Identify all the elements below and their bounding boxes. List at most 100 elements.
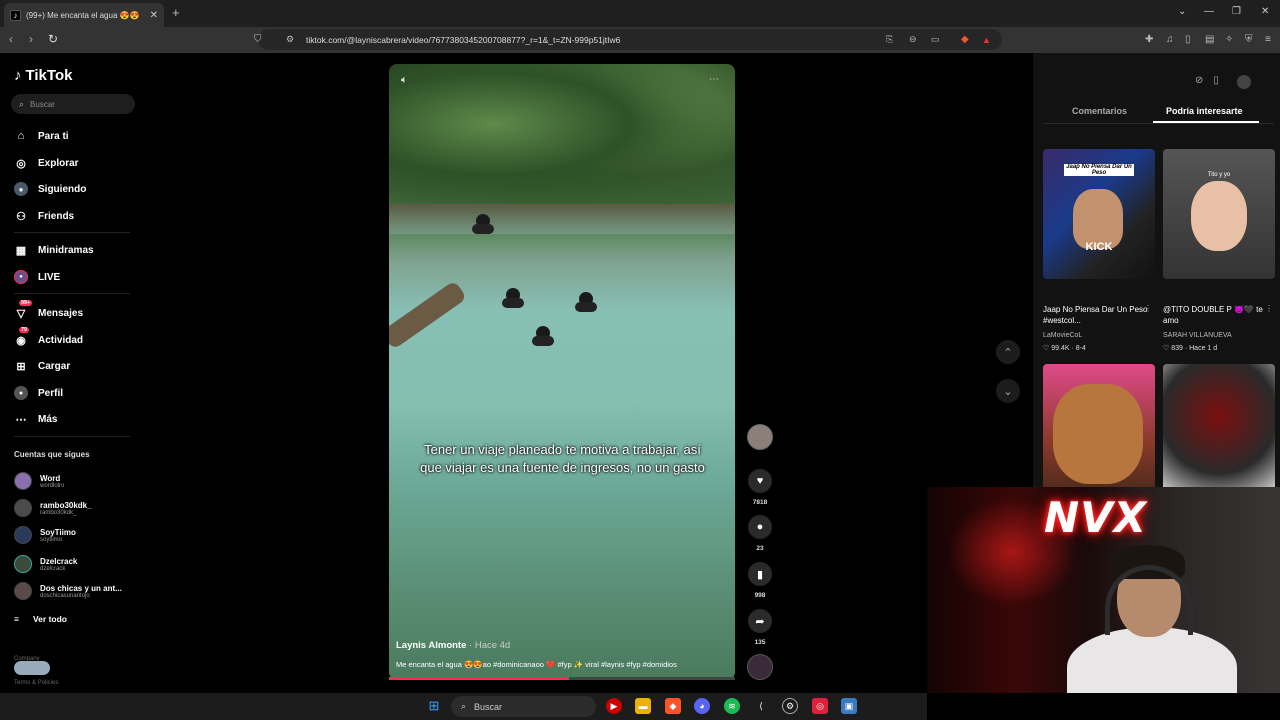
- video-author[interactable]: Laynis Almonte · Hace 4d: [396, 640, 510, 651]
- cast-icon[interactable]: ▭: [931, 34, 940, 45]
- tab-close-icon[interactable]: ✕: [150, 10, 158, 21]
- tab-list-chevron-icon[interactable]: ⌄: [1178, 6, 1186, 17]
- capcut-icon[interactable]: ⟨: [753, 698, 769, 714]
- search-placeholder: Buscar: [30, 99, 55, 109]
- sidebar-toggle-icon[interactable]: ▯: [1185, 34, 1191, 45]
- video-more-icon[interactable]: ⋯: [709, 74, 719, 85]
- address-bar[interactable]: ⛉ ⚙ tiktok.com/@layniscabrera/video/7677…: [254, 29, 1002, 50]
- brave-icon[interactable]: ◆: [665, 698, 681, 714]
- nav-minidramas[interactable]: ▦ Minidramas: [14, 243, 94, 257]
- save-button[interactable]: ▮ 998: [747, 562, 773, 599]
- like-count: 7818: [752, 499, 768, 506]
- nav-perfil[interactable]: ● Perfil: [14, 386, 63, 400]
- user-avatar[interactable]: [1236, 75, 1251, 89]
- taskbar-search[interactable]: ⌕ Buscar: [451, 696, 596, 717]
- suggested-video-thumbnail[interactable]: [1163, 364, 1275, 494]
- nav-mensajes[interactable]: ▽ 99+ Mensajes: [14, 300, 83, 320]
- nav-mas[interactable]: ⋯ Más: [14, 412, 58, 426]
- forward-icon[interactable]: ›: [29, 32, 33, 46]
- video-log: [389, 280, 468, 350]
- url-text[interactable]: tiktok.com/@layniscabrera/video/76773803…: [306, 35, 620, 45]
- tiktok-logo[interactable]: ♪ TikTok: [14, 67, 72, 84]
- menu-icon[interactable]: ≡: [1265, 34, 1271, 45]
- leo-ai-icon[interactable]: ✧: [1225, 34, 1233, 45]
- discord-icon[interactable]: ◕: [694, 698, 710, 714]
- youtube-icon[interactable]: ▶: [606, 698, 622, 714]
- maximize-icon[interactable]: ❐: [1232, 6, 1241, 17]
- followed-account[interactable]: rambo30kdk_ rambo30kdk_: [14, 499, 92, 517]
- nav-label: LIVE: [38, 271, 61, 283]
- windows-start-icon[interactable]: ⊞: [426, 698, 442, 714]
- video-player[interactable]: 🔈︎ ⋯: [389, 64, 735, 680]
- browser-tab[interactable]: ♪ (99+) Me encanta el agua 😍😍 ✕: [4, 3, 164, 27]
- tab-podria-interesarte[interactable]: Podría interesarte: [1166, 106, 1243, 116]
- new-tab-button[interactable]: +: [172, 5, 180, 20]
- followed-account[interactable]: SoyTiimo soytiimo: [14, 526, 76, 544]
- comment-button[interactable]: ● 23: [747, 515, 773, 552]
- nav-label: Actividad: [38, 334, 84, 346]
- nav-friends[interactable]: ⚇ Friends: [14, 209, 74, 223]
- extensions-icon[interactable]: ✚: [1145, 34, 1153, 45]
- comment-count: 23: [756, 545, 764, 552]
- suggested-video-thumbnail[interactable]: Jaap No Piensa Dar Un Peso KICK: [1043, 149, 1155, 279]
- volume-icon[interactable]: 🔈︎: [401, 74, 408, 87]
- like-button[interactable]: ♥ 7818: [747, 469, 773, 506]
- card-title[interactable]: Jaap No Piensa Dar Un Peso #westcol...: [1043, 304, 1149, 326]
- sidebar-divider: [14, 436, 130, 437]
- sidebar-divider: [14, 232, 130, 233]
- previous-video-button[interactable]: ⌃: [996, 340, 1020, 364]
- creator-avatar[interactable]: [747, 424, 773, 450]
- nav-live[interactable]: ● LIVE: [14, 270, 60, 284]
- video-progress-bar[interactable]: [389, 677, 735, 680]
- get-app-pill[interactable]: [14, 661, 50, 675]
- minimize-icon[interactable]: —: [1204, 6, 1214, 17]
- compass-icon[interactable]: ⊘: [1195, 75, 1203, 89]
- media-icon[interactable]: ♫: [1166, 34, 1174, 45]
- progress-fill: [389, 677, 569, 680]
- spotify-icon[interactable]: ≋: [724, 698, 740, 714]
- site-settings-icon[interactable]: ⚙: [286, 34, 294, 45]
- nav-siguiendo[interactable]: ● Siguiendo: [14, 182, 86, 196]
- more-options-icon[interactable]: ⋮: [1144, 304, 1152, 313]
- card-author[interactable]: LaMovieCoL: [1043, 332, 1082, 339]
- wallet-icon[interactable]: ▤: [1205, 34, 1214, 45]
- settings-icon[interactable]: ⚙: [782, 698, 798, 714]
- nav-explorar[interactable]: ◎ Explorar: [14, 156, 78, 170]
- back-icon[interactable]: ‹: [9, 32, 13, 46]
- app-icon[interactable]: ◎: [812, 698, 828, 714]
- rewards-icon[interactable]: ▲: [982, 35, 991, 45]
- author-name[interactable]: Laynis Almonte: [396, 640, 466, 651]
- followed-account[interactable]: Dos chicas y un ant... doschicasunantojo: [14, 582, 122, 600]
- followed-account[interactable]: Dzelcrack dzelcrack: [14, 555, 77, 573]
- suggested-video-thumbnail[interactable]: Tito y yo: [1163, 149, 1275, 279]
- nav-actividad[interactable]: ◉ 79 Actividad: [14, 327, 84, 347]
- brave-shield-icon[interactable]: ◆: [961, 34, 969, 45]
- see-all-button[interactable]: ≡ Ver todo: [14, 614, 67, 624]
- followed-account[interactable]: Word wordlolro: [14, 472, 64, 490]
- file-explorer-icon[interactable]: ▬: [635, 698, 651, 714]
- nav-cargar[interactable]: ⊞ Cargar: [14, 359, 70, 373]
- bookmark-icon[interactable]: ⛉: [254, 34, 262, 45]
- share-count: 135: [754, 639, 766, 646]
- vpn-icon[interactable]: ⛨: [1245, 34, 1253, 45]
- phone-icon[interactable]: ▯: [1213, 75, 1219, 89]
- thumbnail-cartoon-face: [1053, 384, 1143, 484]
- footer-link[interactable]: Terms & Policies: [14, 679, 58, 688]
- close-window-icon[interactable]: ✕: [1261, 6, 1269, 17]
- sidebar-search-input[interactable]: ⌕ Buscar: [11, 94, 135, 114]
- more-options-icon[interactable]: ⋮: [1265, 304, 1273, 313]
- right-panel-icons: ⊘ ▯: [1195, 75, 1251, 89]
- zoom-icon[interactable]: ⊖: [909, 34, 917, 45]
- reload-icon[interactable]: ↻: [48, 32, 58, 46]
- tab-comentarios[interactable]: Comentarios: [1072, 106, 1127, 116]
- film-icon: ▦: [15, 244, 27, 257]
- suggested-video-thumbnail[interactable]: [1043, 364, 1155, 494]
- translate-icon[interactable]: ⎘: [886, 34, 893, 45]
- nav-para-ti[interactable]: ⌂ Para ti: [14, 129, 69, 143]
- music-disc[interactable]: [747, 654, 773, 680]
- app-icon[interactable]: ▣: [841, 698, 857, 714]
- card-author[interactable]: SARAH VILLANUEVA: [1163, 332, 1232, 339]
- next-video-button[interactable]: ⌄: [996, 379, 1020, 403]
- share-button[interactable]: ➦ 135: [747, 609, 773, 646]
- card-title[interactable]: @TITO DOUBLE P 😈🖤 te amo: [1163, 304, 1269, 326]
